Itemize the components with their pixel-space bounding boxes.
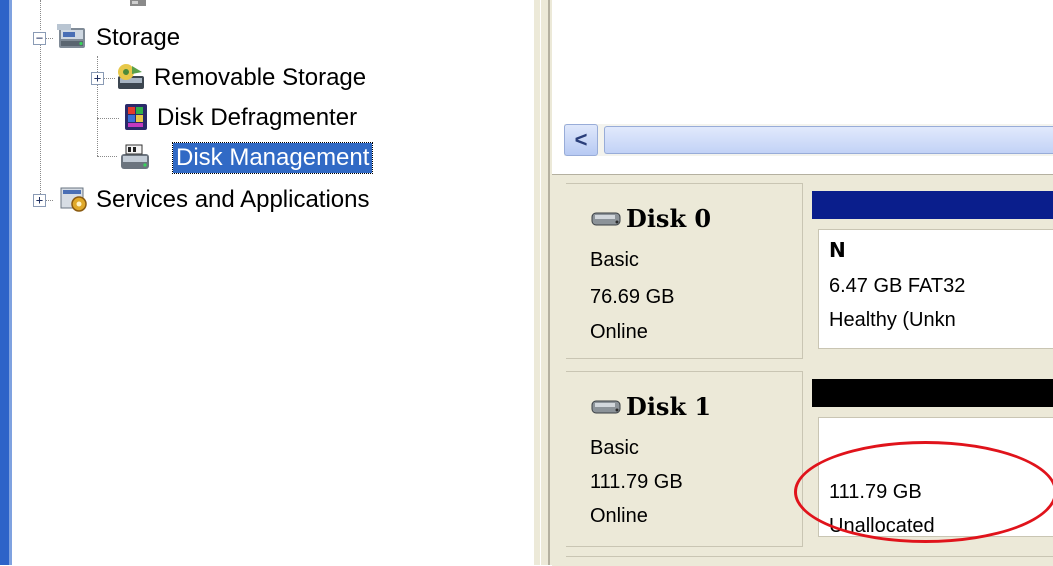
scrollbar-thumb[interactable] — [604, 126, 1053, 154]
scroll-left-button[interactable]: < — [564, 124, 598, 156]
partition-letter: N — [829, 238, 846, 262]
disk-info-0[interactable]: Disk 0 Basic 76.69 GB Online — [566, 183, 803, 359]
hard-disk-icon — [591, 400, 621, 413]
tree-item-label: Disk Defragmenter — [157, 104, 358, 131]
disk-status: Online — [590, 321, 648, 343]
expand-toggle[interactable]: + — [33, 194, 46, 207]
services-applications-icon — [60, 187, 87, 212]
horizontal-scrollbar[interactable]: < — [564, 124, 1053, 156]
pane-splitter[interactable] — [534, 0, 552, 565]
tree-item-disk-management[interactable]: Disk Management — [12, 140, 432, 176]
disk-title: Disk 1 — [590, 392, 711, 421]
expand-toggle[interactable]: + — [91, 72, 104, 85]
storage-icon — [57, 24, 85, 48]
disk-management-icon — [121, 144, 149, 169]
disk-name: Disk 1 — [626, 392, 712, 421]
partition-bar — [812, 191, 1053, 219]
window-left-edge — [0, 0, 12, 565]
disk-info-1[interactable]: Disk 1 Basic 111.79 GB Online — [566, 371, 803, 547]
disk-name: Disk 0 — [626, 204, 712, 233]
partition-health: Healthy (Unkn — [829, 309, 956, 331]
tree-item-label: Removable Storage — [154, 64, 367, 91]
disk-size: 111.79 GB — [590, 471, 683, 493]
console-tree: − Storage + Removable Storage Disk Defra… — [12, 0, 532, 565]
partition-0[interactable]: N 6.47 GB FAT32 Healthy (Unkn — [804, 183, 1053, 357]
disk-type: Basic — [590, 437, 639, 459]
tree-item-storage[interactable]: − Storage — [12, 20, 252, 56]
chevron-left-icon: < — [574, 127, 588, 152]
tree-item-disk-defragmenter[interactable]: Disk Defragmenter — [12, 100, 432, 136]
tree-item-removable-storage[interactable]: + Removable Storage — [12, 60, 432, 96]
collapse-toggle[interactable]: − — [33, 32, 46, 45]
disk-type: Basic — [590, 249, 639, 271]
disk-size: 76.69 GB — [590, 286, 675, 308]
partition-body[interactable]: N 6.47 GB FAT32 Healthy (Unkn — [818, 229, 1053, 349]
disk-status: Online — [590, 505, 648, 527]
cropped-icon — [130, 0, 146, 6]
removable-storage-icon — [118, 64, 144, 89]
tree-item-services-applications[interactable]: + Services and Applications — [12, 182, 472, 218]
disk-row-0: Disk 0 Basic 76.69 GB Online N 6.47 GB F… — [566, 183, 1053, 363]
partition-detail: 6.47 GB FAT32 — [829, 275, 966, 297]
disk-defragmenter-icon — [125, 104, 147, 130]
hard-disk-icon — [591, 212, 621, 225]
tree-item-label: Services and Applications — [96, 186, 370, 213]
disk-title: Disk 0 — [590, 204, 711, 233]
highlight-ellipse — [794, 441, 1053, 543]
tree-item-label-selected: Disk Management — [171, 142, 374, 174]
partition-bar — [812, 379, 1053, 407]
tree-item-label: Storage — [96, 24, 181, 51]
